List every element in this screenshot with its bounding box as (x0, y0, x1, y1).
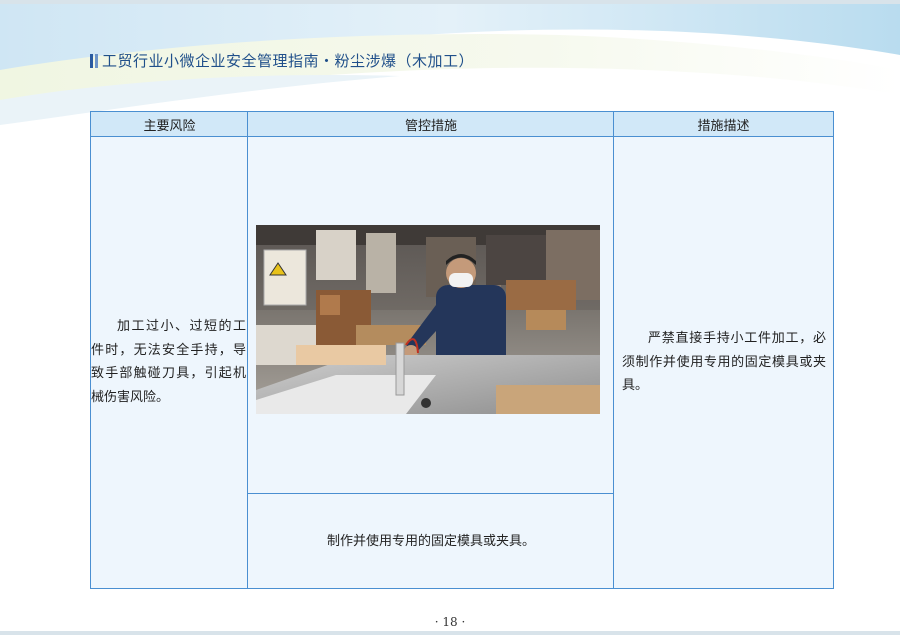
workshop-photo (256, 225, 600, 414)
measure-cell: 制作并使用专用的固定模具或夹具。 (326, 534, 535, 549)
column-divider (613, 112, 614, 588)
description-cell: 严禁直接手持小工件加工，必须制作并使用专用的固定模具或夹具。 (622, 331, 826, 393)
column-header-measure: 管控措施 (248, 112, 614, 137)
column-header-description: 措施描述 (614, 112, 833, 137)
column-header-risk: 主要风险 (91, 112, 248, 137)
title-bar-icon (90, 53, 98, 68)
document-header: 工贸行业小微企业安全管理指南・粉尘涉爆（木加工） (90, 50, 474, 71)
risk-cell: 加工过小、过短的工件时，无法安全手持，导致手部触碰刀具，引起机械伤害风险。 (91, 319, 246, 405)
document-title: 工贸行业小微企业安全管理指南・粉尘涉爆（木加工） (102, 52, 475, 70)
row-divider (248, 493, 614, 494)
column-divider (247, 112, 248, 588)
bottom-border (0, 631, 900, 635)
page-number: · 18 · (434, 615, 466, 629)
